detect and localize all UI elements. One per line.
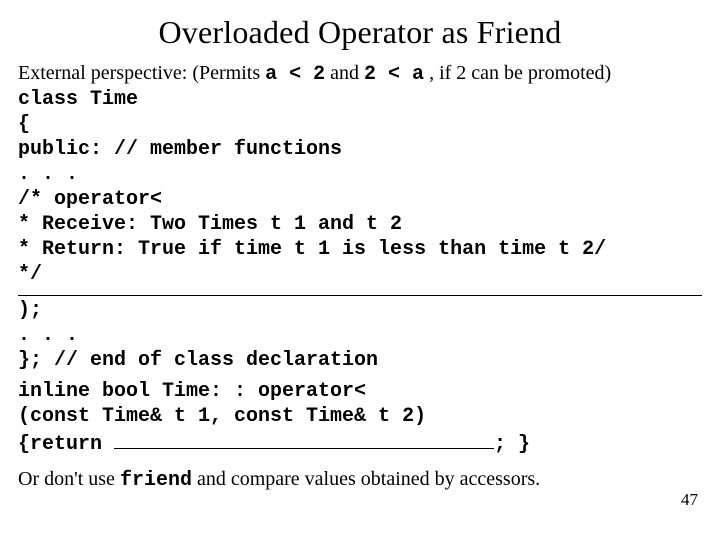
intro-line: External perspective: (Permits a < 2 and… — [18, 61, 702, 87]
footer-line: Or don't use friend and compare values o… — [18, 467, 702, 493]
fill-in-blank-line — [18, 295, 702, 296]
intro-prefix: External perspective: (Permits — [18, 62, 265, 84]
code-line-11: }; // end of class declaration — [18, 348, 702, 373]
code-2-lt-a: 2 < a — [364, 63, 424, 86]
code-line-1: class Time — [18, 87, 702, 112]
code-line-2: { — [18, 112, 702, 137]
spacer — [18, 457, 702, 467]
return-open: {return — [18, 433, 114, 456]
code-line-4: . . . — [18, 162, 702, 187]
return-close: ; } — [494, 433, 530, 456]
intro-suffix: , if 2 can be promoted) — [424, 62, 611, 84]
fill-in-blank-inline — [114, 429, 494, 449]
code-line-7: * Return: True if time t 1 is less than … — [18, 237, 702, 262]
code-line-13: (const Time& t 1, const Time& t 2) — [18, 404, 702, 429]
code-line-9: ); — [18, 298, 702, 323]
code-line-5: /* operator< — [18, 187, 702, 212]
intro-mid: and — [325, 62, 364, 84]
code-line-12: inline bool Time: : operator< — [18, 379, 702, 404]
footer-code: friend — [120, 469, 192, 492]
footer-prefix: Or don't use — [18, 468, 120, 490]
page-number: 47 — [681, 490, 698, 510]
slide-body: External perspective: (Permits a < 2 and… — [18, 61, 702, 493]
code-line-6: * Receive: Two Times t 1 and t 2 — [18, 212, 702, 237]
code-line-10: . . . — [18, 323, 702, 348]
slide: Overloaded Operator as Friend External p… — [0, 0, 720, 540]
footer-suffix: and compare values obtained by accessors… — [192, 468, 540, 490]
code-a-lt-2: a < 2 — [265, 63, 325, 86]
code-line-3: public: // member functions — [18, 137, 702, 162]
return-line: {return ; } — [18, 429, 702, 457]
slide-title: Overloaded Operator as Friend — [18, 14, 702, 51]
code-line-8: */ — [18, 262, 702, 287]
